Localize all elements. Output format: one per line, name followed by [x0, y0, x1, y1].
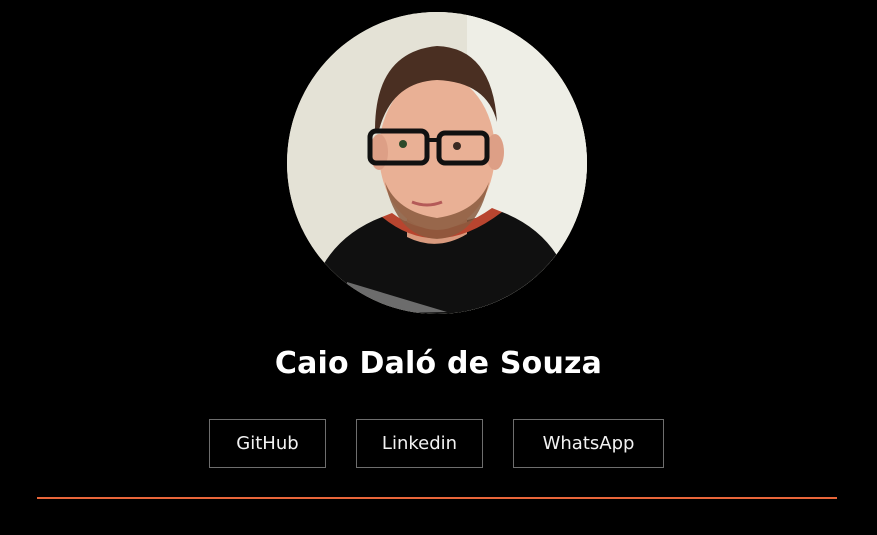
- avatar-photo: [287, 12, 587, 314]
- github-button[interactable]: GitHub: [209, 419, 326, 468]
- whatsapp-button[interactable]: WhatsApp: [513, 419, 664, 468]
- linkedin-button[interactable]: Linkedin: [356, 419, 483, 468]
- profile-name: Caio Daló de Souza: [274, 346, 603, 381]
- avatar: [287, 12, 587, 314]
- divider: [37, 497, 837, 499]
- profile-page: Caio Daló de Souza GitHub Linkedin Whats…: [0, 0, 877, 535]
- social-links: GitHub Linkedin WhatsApp: [0, 419, 877, 468]
